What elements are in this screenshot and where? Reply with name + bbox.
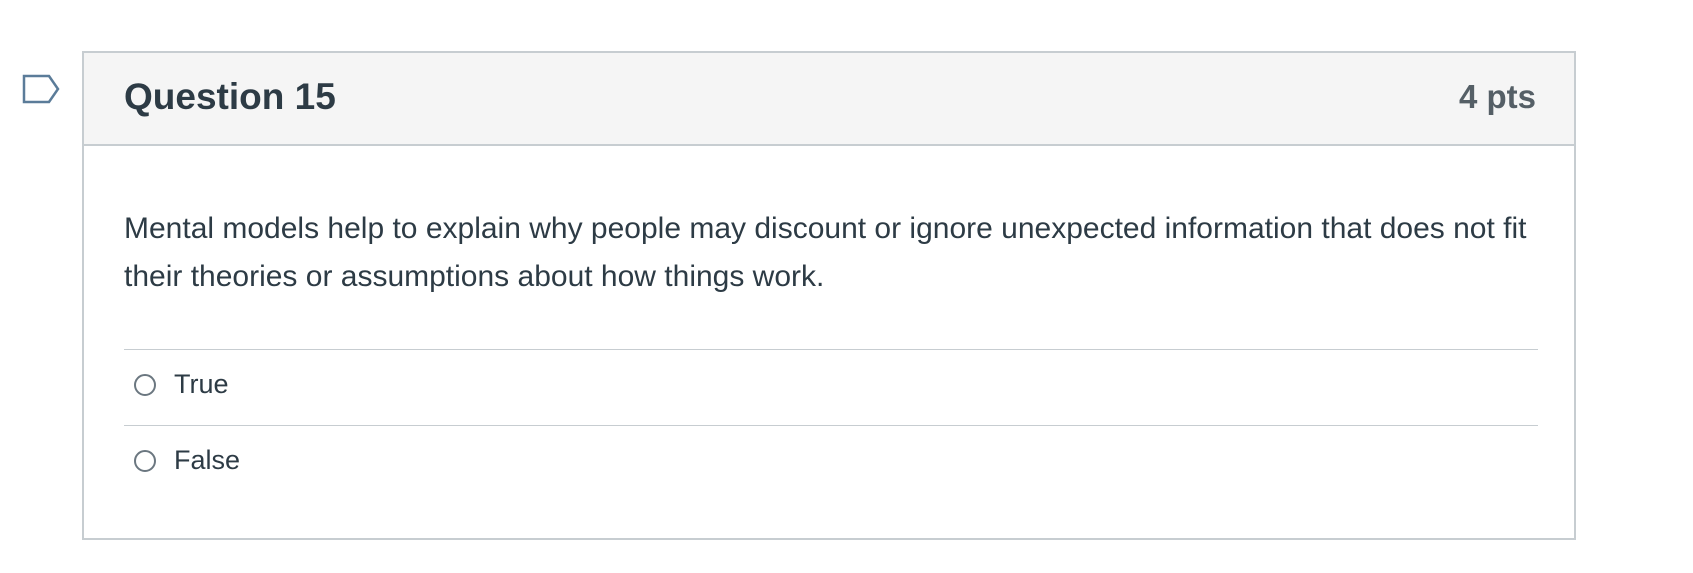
answer-list: True False <box>124 349 1538 501</box>
answer-label-false[interactable]: False <box>174 443 240 477</box>
answer-option-false[interactable]: False <box>124 425 1538 501</box>
answer-option-true[interactable]: True <box>124 349 1538 425</box>
question-points: 4 pts <box>1458 78 1536 115</box>
radio-button-false[interactable] <box>134 450 156 472</box>
question-card: Question 15 4 pts Mental models help to … <box>82 51 1576 540</box>
answer-label-true[interactable]: True <box>174 367 229 401</box>
question-header: Question 15 4 pts <box>84 53 1574 146</box>
question-title: Question 15 <box>124 76 336 117</box>
question-text: Mental models help to explain why people… <box>124 212 1527 293</box>
radio-button-true[interactable] <box>134 374 156 396</box>
flag-question-icon[interactable] <box>22 74 62 104</box>
